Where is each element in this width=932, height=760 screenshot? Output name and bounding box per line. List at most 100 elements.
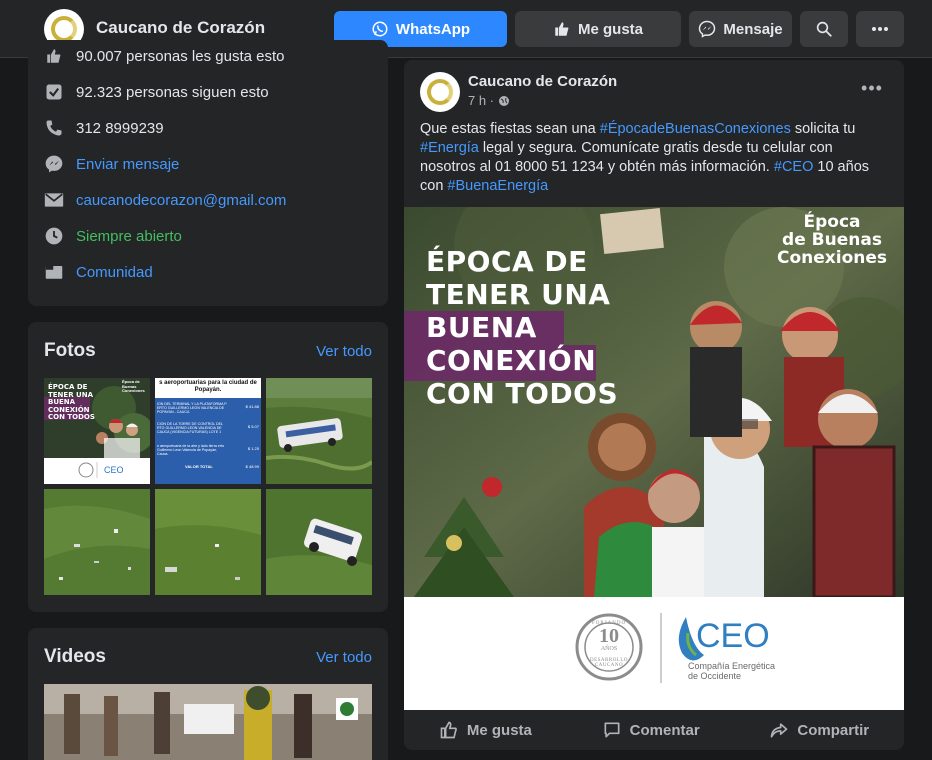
ceo-logo-subtitle: Compañía Energética de Occidente bbox=[688, 661, 775, 681]
post-time-text: 7 h · bbox=[468, 93, 495, 108]
post-comment-button[interactable]: Comentar bbox=[602, 720, 700, 740]
hashtag-energia[interactable]: #Energía bbox=[420, 140, 479, 156]
photo-thumb-table[interactable]: s aeroportuarias para la ciudad de Popay… bbox=[155, 378, 261, 484]
thumb-row-2-desc: CION DE LA TORRE DE CONTROL DEL RTO GUIL… bbox=[157, 422, 223, 434]
promo-headline: ÉPOCA DE TENER UNA BUENA CONEXIÓN CON TO… bbox=[426, 245, 618, 410]
promo-badge-line-3: Conexiones bbox=[776, 248, 887, 268]
followers-row: 92.323 personas siguen esto bbox=[44, 80, 269, 104]
share-arrow-icon bbox=[771, 723, 788, 738]
post-timestamp[interactable]: 7 h · bbox=[468, 93, 510, 108]
about-card: 90.007 personas les gusta esto 92.323 pe… bbox=[28, 40, 388, 306]
post-text-part-1: Que estas fiestas sean una bbox=[420, 121, 600, 137]
anniversary-seal: FORJANDO 10 AÑOS DESARROLLO CAUCANO bbox=[576, 621, 642, 668]
hashtag-buena-energia[interactable]: #BuenaEnergía bbox=[447, 178, 548, 194]
thumb-table-body: ION DEL TERMINAL Y LA PLATAFORMA P. ERTO… bbox=[155, 398, 261, 484]
category-row: Comunidad bbox=[44, 260, 153, 284]
hours-row: Siempre abierto bbox=[44, 224, 182, 248]
thumbs-up-outline-icon bbox=[440, 721, 457, 739]
post-text-part-3: legal y segura. Comunícate gratis desde … bbox=[420, 140, 833, 175]
photos-see-all-link[interactable]: Ver todo bbox=[316, 343, 372, 360]
thumbs-up-icon bbox=[44, 46, 64, 66]
like-page-button[interactable]: Me gusta bbox=[515, 11, 681, 47]
photos-card: Fotos Ver todo ÉPOCA DE TENER UNA BUENA … bbox=[28, 322, 388, 612]
clock-icon bbox=[44, 226, 64, 246]
photo-thumb-promo-text: ÉPOCA DE TENER UNA BUENA CONEXIÓN CON TO… bbox=[48, 383, 95, 422]
post-like-label: Me gusta bbox=[466, 721, 532, 739]
page-name[interactable]: Caucano de Corazón bbox=[96, 18, 265, 38]
thumb-row-3-desc: n aeroportuaria de la aire y lado tierra… bbox=[157, 444, 225, 456]
thumb-row-3-value: $ 1.25 bbox=[247, 446, 259, 451]
email-link[interactable]: caucanodecorazon@gmail.com bbox=[76, 192, 286, 209]
whatsapp-icon bbox=[372, 21, 388, 37]
category-tag-icon bbox=[44, 262, 64, 282]
promo-line-4: CONEXIÓN bbox=[426, 344, 597, 377]
hashtag-epoca[interactable]: #ÉpocadeBuenasConexiones bbox=[600, 121, 791, 137]
post-actions-bar: Me gusta Comentar Compartir bbox=[404, 712, 904, 748]
thumb-row-1-value: $ 41.88 bbox=[245, 404, 259, 409]
photo-thumb-promo[interactable]: ÉPOCA DE TENER UNA BUENA CONEXIÓN CON TO… bbox=[44, 378, 150, 484]
photo-thumb-accident-4[interactable] bbox=[266, 489, 372, 595]
post-like-button[interactable]: Me gusta bbox=[439, 720, 532, 740]
post-text: Que estas fiestas sean una #ÉpocadeBuena… bbox=[420, 120, 890, 196]
more-dots-icon bbox=[872, 27, 888, 31]
thumb-ceo-logo: CEO bbox=[104, 465, 124, 475]
messenger-icon bbox=[44, 154, 64, 174]
thumb-badge: Época de Buenas Conexiones bbox=[122, 379, 145, 393]
messenger-icon bbox=[699, 20, 716, 38]
post-image[interactable]: ÉPOCA DE TENER UNA BUENA CONEXIÓN CON TO… bbox=[404, 177, 904, 710]
video-thumbnail[interactable] bbox=[44, 684, 372, 760]
promo-line-5: CON TODOS bbox=[426, 377, 619, 410]
thumbs-up-icon bbox=[555, 22, 569, 36]
post-text-part-2: solicita tu bbox=[790, 121, 856, 137]
search-button[interactable] bbox=[800, 11, 848, 47]
thumb-row-1-desc: ION DEL TERMINAL Y LA PLATAFORMA P. ERTO… bbox=[157, 402, 228, 414]
post-author-avatar[interactable] bbox=[420, 72, 460, 112]
ceo-subtitle-line-2: de Occidente bbox=[688, 671, 742, 681]
promo-badge: Época de Buenas Conexiones bbox=[762, 213, 902, 267]
post-card: Caucano de Corazón 7 h · ••• Que estas f… bbox=[404, 60, 904, 750]
likes-count: 90.007 personas les gusta esto bbox=[76, 47, 285, 65]
category-link[interactable]: Comunidad bbox=[76, 264, 153, 281]
thumb-row-2-value: $ 5.07 bbox=[247, 424, 259, 429]
post-comment-label: Comentar bbox=[629, 721, 700, 739]
videos-title: Videos bbox=[44, 646, 106, 667]
thumb-table-header: s aeroportuarias para la ciudad de Popay… bbox=[159, 380, 257, 393]
whatsapp-label: WhatsApp bbox=[395, 20, 471, 38]
phone-number[interactable]: 312 8999239 bbox=[76, 120, 164, 137]
photo-thumb-accident-2[interactable] bbox=[44, 489, 150, 595]
send-message-row: Enviar mensaje bbox=[44, 152, 179, 176]
ceo-subtitle-line-1: Compañía Energética bbox=[688, 661, 776, 671]
more-options-button[interactable] bbox=[856, 11, 904, 47]
post-share-button[interactable]: Compartir bbox=[769, 720, 869, 740]
promo-badge-line-2: de Buenas bbox=[782, 230, 882, 250]
send-message-link[interactable]: Enviar mensaje bbox=[76, 156, 179, 173]
seal-number: 10 bbox=[599, 625, 619, 647]
videos-see-all-link[interactable]: Ver todo bbox=[316, 649, 372, 666]
post-author-name[interactable]: Caucano de Corazón bbox=[468, 73, 617, 90]
comment-icon bbox=[604, 722, 620, 738]
thumb-total-label: VALOR TOTAL bbox=[185, 464, 213, 469]
opening-hours: Siempre abierto bbox=[76, 227, 182, 245]
thumb-total-value: $ 48.99 bbox=[245, 464, 259, 469]
follow-check-icon bbox=[44, 82, 64, 102]
promo-line-2: TENER UNA bbox=[426, 278, 611, 311]
globe-icon bbox=[499, 95, 510, 106]
photo-thumb-accident-1[interactable] bbox=[266, 378, 372, 484]
thumb-line-5: CON TODOS bbox=[48, 413, 95, 421]
promo-line-1: ÉPOCA DE bbox=[426, 245, 588, 278]
email-icon bbox=[44, 190, 64, 210]
promo-badge-line-1: Época bbox=[803, 212, 861, 232]
likes-row: 90.007 personas les gusta esto bbox=[44, 44, 284, 68]
promo-line-3: BUENA bbox=[426, 311, 537, 344]
message-button[interactable]: Mensaje bbox=[689, 11, 792, 47]
photo-thumb-accident-3[interactable] bbox=[155, 489, 261, 595]
phone-row: 312 8999239 bbox=[44, 116, 164, 140]
seal-years: AÑOS bbox=[600, 646, 618, 652]
email-row: caucanodecorazon@gmail.com bbox=[44, 188, 286, 212]
seal-bottom-text: DESARROLLO CAUCANO bbox=[589, 658, 629, 668]
post-options-button[interactable]: ••• bbox=[858, 78, 886, 98]
videos-card: Videos Ver todo bbox=[28, 628, 388, 760]
ceo-logo-text: CEO bbox=[696, 617, 770, 655]
hashtag-ceo[interactable]: #CEO bbox=[774, 159, 814, 175]
message-label: Mensaje bbox=[723, 20, 783, 38]
